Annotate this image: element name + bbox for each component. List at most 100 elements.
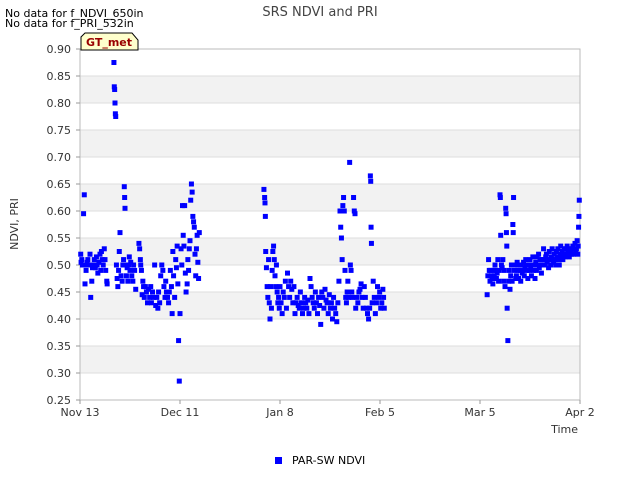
data-point xyxy=(369,300,375,306)
data-point xyxy=(308,284,314,290)
data-point xyxy=(87,251,93,257)
data-point xyxy=(305,297,311,303)
data-point xyxy=(132,267,138,273)
data-point xyxy=(280,289,286,295)
data-point xyxy=(285,270,290,276)
data-point xyxy=(281,294,287,300)
data-point xyxy=(291,284,297,290)
data-point xyxy=(353,305,359,311)
data-point xyxy=(189,189,195,195)
data-point xyxy=(83,267,89,273)
data-point xyxy=(154,294,160,300)
data-point xyxy=(368,240,374,246)
data-point xyxy=(375,284,380,290)
data-point xyxy=(495,257,501,263)
y-tick-label: 0.40 xyxy=(47,313,72,326)
data-point xyxy=(191,224,197,230)
data-point xyxy=(338,224,344,230)
data-point xyxy=(294,294,300,300)
data-point xyxy=(492,262,498,268)
gt-met-badge-label: GT_met xyxy=(86,36,132,49)
data-point xyxy=(344,289,350,295)
data-point xyxy=(343,300,349,306)
y-tick-label: 0.70 xyxy=(47,151,72,164)
scatter-chart: 0.250.300.350.400.450.500.550.600.650.70… xyxy=(8,5,595,467)
data-point xyxy=(267,316,273,322)
y-tick-label: 0.60 xyxy=(47,205,72,218)
data-point xyxy=(79,257,85,263)
data-point xyxy=(340,203,346,209)
data-point xyxy=(316,294,322,300)
x-tick-label: Apr 2 xyxy=(565,406,595,419)
data-point xyxy=(268,305,274,311)
data-point xyxy=(137,246,143,252)
data-point xyxy=(273,262,279,268)
data-point xyxy=(155,305,161,311)
data-point xyxy=(176,378,182,384)
data-point xyxy=(161,284,167,290)
data-point xyxy=(102,257,108,263)
data-point xyxy=(274,289,280,295)
y-tick-label: 0.50 xyxy=(47,259,72,272)
plot-bands xyxy=(80,76,580,373)
data-point xyxy=(150,289,155,295)
data-point xyxy=(484,292,490,298)
y-tick-label: 0.55 xyxy=(47,232,72,245)
data-point xyxy=(366,316,372,322)
data-point xyxy=(112,100,118,106)
data-point xyxy=(131,262,137,268)
data-point xyxy=(312,289,318,295)
data-point xyxy=(104,281,110,287)
data-point xyxy=(376,294,382,300)
data-point xyxy=(103,267,109,273)
data-point xyxy=(304,305,310,311)
data-point xyxy=(352,211,358,217)
data-point xyxy=(361,284,367,290)
data-point xyxy=(368,178,374,184)
data-point xyxy=(268,284,274,290)
data-point xyxy=(337,208,343,214)
legend-marker xyxy=(275,457,282,464)
data-point xyxy=(141,294,147,300)
data-point xyxy=(180,232,186,238)
data-point xyxy=(500,257,506,263)
data-point xyxy=(173,257,179,263)
x-tick-label: Mar 5 xyxy=(464,406,495,419)
data-point xyxy=(505,338,511,344)
data-point xyxy=(508,273,514,279)
data-point xyxy=(98,267,104,273)
data-point xyxy=(518,278,524,284)
data-point xyxy=(541,246,547,252)
data-point xyxy=(170,249,176,254)
data-point xyxy=(347,262,353,268)
data-point xyxy=(115,284,121,290)
data-point xyxy=(349,289,355,295)
data-point xyxy=(262,195,268,200)
data-point xyxy=(270,249,276,254)
data-point xyxy=(261,186,267,192)
data-point xyxy=(165,294,170,300)
data-point xyxy=(152,262,158,268)
data-point xyxy=(88,294,94,300)
data-point xyxy=(263,249,269,254)
data-point xyxy=(176,338,182,344)
data-point xyxy=(287,294,293,300)
y-axis-label: NDVI, PRI xyxy=(8,198,21,250)
data-point xyxy=(177,311,183,317)
data-point xyxy=(181,243,187,249)
data-point xyxy=(265,294,271,300)
data-point xyxy=(288,278,294,284)
legend-label: PAR-SW NDVI xyxy=(292,454,365,467)
data-point xyxy=(173,265,179,271)
data-point xyxy=(332,305,338,311)
y-tick-label: 0.30 xyxy=(47,367,72,380)
data-point xyxy=(501,278,507,284)
data-point xyxy=(549,246,555,252)
data-point xyxy=(276,305,282,311)
data-point xyxy=(334,319,340,325)
data-point xyxy=(262,200,268,206)
data-point xyxy=(322,286,328,292)
data-point xyxy=(283,305,289,311)
data-point xyxy=(186,246,192,252)
data-point xyxy=(282,278,288,284)
